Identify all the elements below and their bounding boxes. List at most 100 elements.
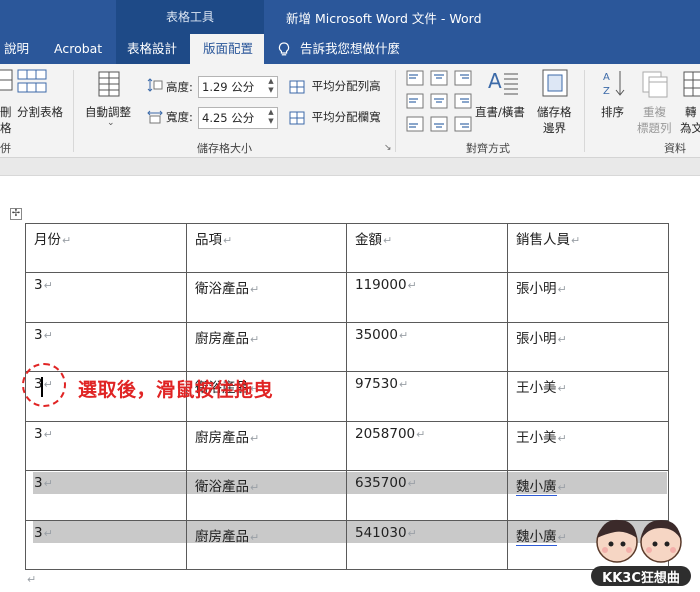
distribute-cols-label: 平均分配欄寬 — [311, 110, 381, 124]
width-spinner[interactable]: 4.25 公分 ▲ ▼ — [198, 107, 278, 129]
document-title: 新增 Microsoft Word 文件 - Word — [286, 11, 482, 26]
tab-acrobat[interactable]: Acrobat — [54, 34, 102, 64]
table-cell[interactable]: 3↵ — [25, 520, 187, 570]
table-move-handle-icon[interactable]: ✢ — [10, 208, 22, 220]
distribute-rows-label: 平均分配列高 — [311, 79, 381, 93]
group-divider — [395, 70, 396, 152]
table-row-selected: 3↵ 廚房產品↵ 541030↵ 魏小廣↵ — [25, 520, 669, 570]
table-cell[interactable]: 金額↵ — [346, 223, 508, 273]
alignment-grid — [406, 70, 472, 135]
table-cell[interactable]: 廚房產品↵ — [186, 421, 347, 471]
chevron-down-icon[interactable]: ⌄ — [107, 118, 115, 128]
text-direction-label: 直書/橫書 — [475, 105, 525, 119]
cell-amount: 541030 — [355, 525, 407, 541]
cell-amount: 635700 — [355, 475, 407, 491]
cell-salesperson: 張小明 — [516, 281, 557, 297]
title-bar: 表格工具 新增 Microsoft Word 文件 - Word — [0, 0, 700, 34]
sort-button[interactable]: AZ — [602, 68, 628, 101]
cell-amount: 97530 — [355, 376, 398, 392]
table-cell[interactable]: 3↵ — [25, 470, 187, 521]
cell-salesperson: 張小明 — [516, 331, 557, 347]
width-value: 4.25 公分 — [202, 111, 255, 125]
table-cell[interactable]: 635700↵ — [346, 470, 508, 521]
table-cell[interactable]: 王小美↵ — [507, 421, 669, 471]
table-cell[interactable]: 張小明↵ — [507, 322, 669, 372]
table-row: 3↵ 廚房產品↵ 2058700↵ 王小美↵ — [25, 421, 669, 471]
cell-month: 3 — [34, 327, 43, 343]
table-cell[interactable]: 廚房產品↵ — [186, 322, 347, 372]
tab-help[interactable]: 說明 — [4, 34, 29, 64]
tab-layout[interactable]: 版面配置 — [190, 34, 264, 64]
data-group-label: 資料 — [664, 142, 686, 155]
ribbon-left-group-label: 併 — [0, 142, 11, 155]
context-tab-group: 表格工具 — [116, 0, 264, 34]
ribbon-left-label-a: 刪 — [0, 105, 12, 119]
table-cell[interactable]: 衛浴產品↵ — [186, 272, 347, 323]
table-cell[interactable]: 張小明↵ — [507, 272, 669, 323]
split-table-button[interactable] — [16, 68, 48, 97]
cell-salesperson: 魏小廣 — [516, 479, 557, 496]
spinner-arrows-icon[interactable]: ▲ ▼ — [265, 77, 277, 97]
ribbon-bottom-band — [0, 158, 700, 176]
convert-to-text-button[interactable] — [682, 70, 700, 101]
dialog-launcher-icon[interactable]: ↘ — [384, 143, 392, 153]
cell-amount: 2058700 — [355, 426, 416, 442]
cell-month: 3 — [34, 277, 43, 293]
merge-icon — [0, 68, 14, 95]
cell-salesperson: 王小美 — [516, 430, 557, 446]
distribute-rows-button[interactable]: 平均分配列高 — [289, 78, 381, 94]
cell-margins-label-2: 邊界 — [543, 121, 566, 135]
header-amount: 金額 — [355, 232, 382, 248]
table-cell[interactable]: 3↵ — [25, 421, 187, 471]
cell-margins-button[interactable] — [541, 68, 569, 101]
split-table-label: 分割表格 — [17, 105, 63, 119]
cell-salesperson: 魏小廣 — [516, 529, 557, 546]
cell-item: 廚房產品 — [195, 331, 249, 347]
table-cell[interactable]: 品項↵ — [186, 223, 347, 273]
distribute-cols-button[interactable]: 平均分配欄寬 — [289, 109, 381, 125]
height-spinner[interactable]: 1.29 公分 ▲ ▼ — [198, 76, 278, 98]
cell-month: 3 — [34, 426, 43, 442]
table-cell[interactable]: 541030↵ — [346, 520, 508, 570]
logo-text: KK3C狂想曲 — [602, 571, 680, 586]
table-cell[interactable]: 97530↵ — [346, 371, 508, 422]
tab-table-design[interactable]: 表格設計 — [116, 34, 190, 64]
tell-me-box[interactable]: 告訴我您想做什麼 — [278, 34, 400, 64]
table-cell[interactable]: 2058700↵ — [346, 421, 508, 471]
repeat-header-label-1: 重複 — [643, 105, 666, 119]
cell-month: 3 — [34, 475, 43, 491]
sort-label: 排序 — [601, 105, 624, 119]
svg-text:Z: Z — [603, 86, 610, 97]
header-salesperson: 銷售人員 — [516, 232, 570, 248]
table-cell[interactable]: 銷售人員↵ — [507, 223, 669, 273]
cell-item: 廚房產品 — [195, 430, 249, 446]
text-direction-button[interactable]: A — [486, 68, 520, 101]
cell-amount: 35000 — [355, 327, 398, 343]
table-cell[interactable]: 3↵ — [25, 272, 187, 323]
table-cell[interactable]: 月份↵ — [25, 223, 187, 273]
header-item: 品項 — [195, 232, 222, 248]
cell-item: 廚房產品 — [195, 529, 249, 545]
svg-text:A: A — [603, 72, 610, 83]
table-header-row: 月份↵ 品項↵ 金額↵ 銷售人員↵ — [25, 223, 669, 273]
sort-icon: AZ — [603, 71, 625, 97]
cell-amount: 119000 — [355, 277, 407, 293]
table-row-selected: 3↵ 衛浴產品↵ 635700↵ 魏小廣↵ — [25, 470, 669, 521]
table-cell[interactable]: 王小美↵ — [507, 371, 669, 422]
repeat-header-label-2: 標題列 — [637, 121, 672, 135]
height-label: 高度: — [166, 80, 193, 94]
autofit-icon — [98, 71, 120, 97]
table-cell[interactable]: 119000↵ — [346, 272, 508, 323]
table-cell[interactable]: 廚房產品↵ — [186, 520, 347, 570]
table-cell[interactable]: 衛浴產品↵ — [186, 470, 347, 521]
auto-adjust-button[interactable] — [96, 70, 122, 101]
spinner-arrows-icon[interactable]: ▲ ▼ — [265, 108, 277, 128]
distribute-rows-icon — [289, 80, 305, 93]
kk3c-logo: KK3C狂想曲 — [585, 508, 697, 590]
cell-margins-label-1: 儲存格 — [537, 105, 572, 119]
cell-size-group-label: 儲存格大小 — [197, 142, 252, 155]
table-cell[interactable]: 35000↵ — [346, 322, 508, 372]
cell-margins-icon — [542, 69, 568, 97]
repeat-header-button[interactable] — [641, 70, 669, 101]
tell-me-text: 告訴我您想做什麼 — [300, 41, 401, 56]
